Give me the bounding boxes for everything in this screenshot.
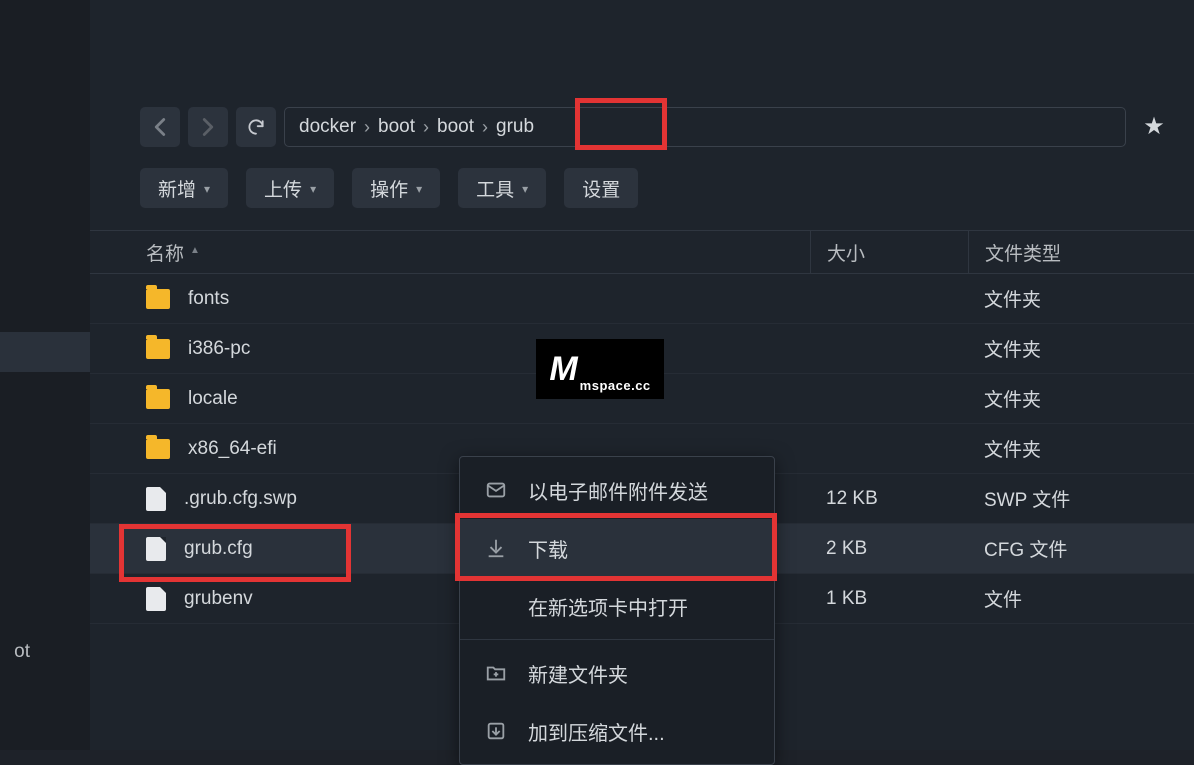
download-icon [484,536,508,560]
sidebar: ot [0,0,90,750]
menu-separator [460,639,774,640]
cell-size: 12 KB [810,488,968,510]
blank-icon [484,594,508,618]
file-name: grub.cfg [184,538,253,560]
nav-toolbar: docker › boot › boot › grub ★ [90,0,1194,150]
file-name: i386-pc [188,338,250,360]
chevron-right-icon: › [423,117,429,138]
folder-icon [146,389,170,409]
cell-type: 文件 [968,585,1194,612]
file-icon [146,537,166,561]
sort-asc-icon: ▲ [190,245,200,256]
menu-add-archive[interactable]: 加到压缩文件... [460,702,774,760]
context-menu: 以电子邮件附件发送 下载 在新选项卡中打开 新建文件夹 加到压缩文件... [459,456,775,765]
folder-icon [146,439,170,459]
table-row[interactable]: fonts 文件夹 [90,274,1194,324]
breadcrumb-segment[interactable]: boot [378,116,415,138]
menu-send-email[interactable]: 以电子邮件附件发送 [460,461,774,519]
menu-new-folder[interactable]: 新建文件夹 [460,644,774,702]
cell-name: fonts [90,288,810,310]
caret-down-icon: ▾ [522,182,528,196]
tool-button[interactable]: 工具▾ [458,168,546,208]
cell-type: CFG 文件 [968,535,1194,562]
file-name: .grub.cfg.swp [184,488,297,510]
chevron-right-icon: › [364,117,370,138]
file-icon [146,587,166,611]
mail-icon [484,478,508,502]
cell-name: i386-pc [90,338,810,360]
caret-down-icon: ▾ [204,182,210,196]
folder-icon [146,339,170,359]
refresh-icon [246,117,266,137]
file-name: fonts [188,288,229,310]
cell-type: 文件夹 [968,335,1194,362]
sidebar-active-item[interactable] [0,332,90,372]
column-name[interactable]: 名称▲ [90,239,810,266]
column-type[interactable]: 文件类型 [968,231,1194,273]
chevron-left-icon [153,117,167,137]
file-name: x86_64-efi [188,438,277,460]
action-bar: 新增▾ 上传▾ 操作▾ 工具▾ 设置 [90,150,1194,208]
settings-button[interactable]: 设置 [564,168,638,208]
menu-download[interactable]: 下载 [460,519,774,577]
caret-down-icon: ▾ [310,182,316,196]
back-button[interactable] [140,107,180,147]
archive-icon [484,719,508,743]
new-folder-icon [484,661,508,685]
chevron-right-icon [201,117,215,137]
star-icon: ★ [1143,112,1165,141]
file-name: locale [188,388,238,410]
watermark: M mspace.cc [536,339,664,399]
operate-button[interactable]: 操作▾ [352,168,440,208]
cell-type: 文件夹 [968,285,1194,312]
cell-type: SWP 文件 [968,485,1194,512]
cell-name: locale [90,388,810,410]
favorite-button[interactable]: ★ [1134,107,1174,147]
new-button[interactable]: 新增▾ [140,168,228,208]
chevron-right-icon: › [482,117,488,138]
sidebar-truncated-label: ot [0,637,30,667]
cell-type: 文件夹 [968,385,1194,412]
menu-open-new-tab[interactable]: 在新选项卡中打开 [460,577,774,635]
watermark-logo: M [549,352,575,386]
forward-button[interactable] [188,107,228,147]
column-size[interactable]: 大小 [810,231,968,273]
file-icon [146,487,166,511]
breadcrumb-segment[interactable]: grub [496,116,534,138]
breadcrumb[interactable]: docker › boot › boot › grub [284,107,1126,147]
table-header: 名称▲ 大小 文件类型 [90,230,1194,274]
watermark-text: mspace.cc [580,378,651,393]
cell-type: 文件夹 [968,435,1194,462]
breadcrumb-segment[interactable]: boot [437,116,474,138]
breadcrumb-segment[interactable]: docker [299,116,356,138]
folder-icon [146,289,170,309]
cell-size: 1 KB [810,588,968,610]
cell-size: 2 KB [810,538,968,560]
file-name: grubenv [184,588,253,610]
upload-button[interactable]: 上传▾ [246,168,334,208]
caret-down-icon: ▾ [416,182,422,196]
refresh-button[interactable] [236,107,276,147]
